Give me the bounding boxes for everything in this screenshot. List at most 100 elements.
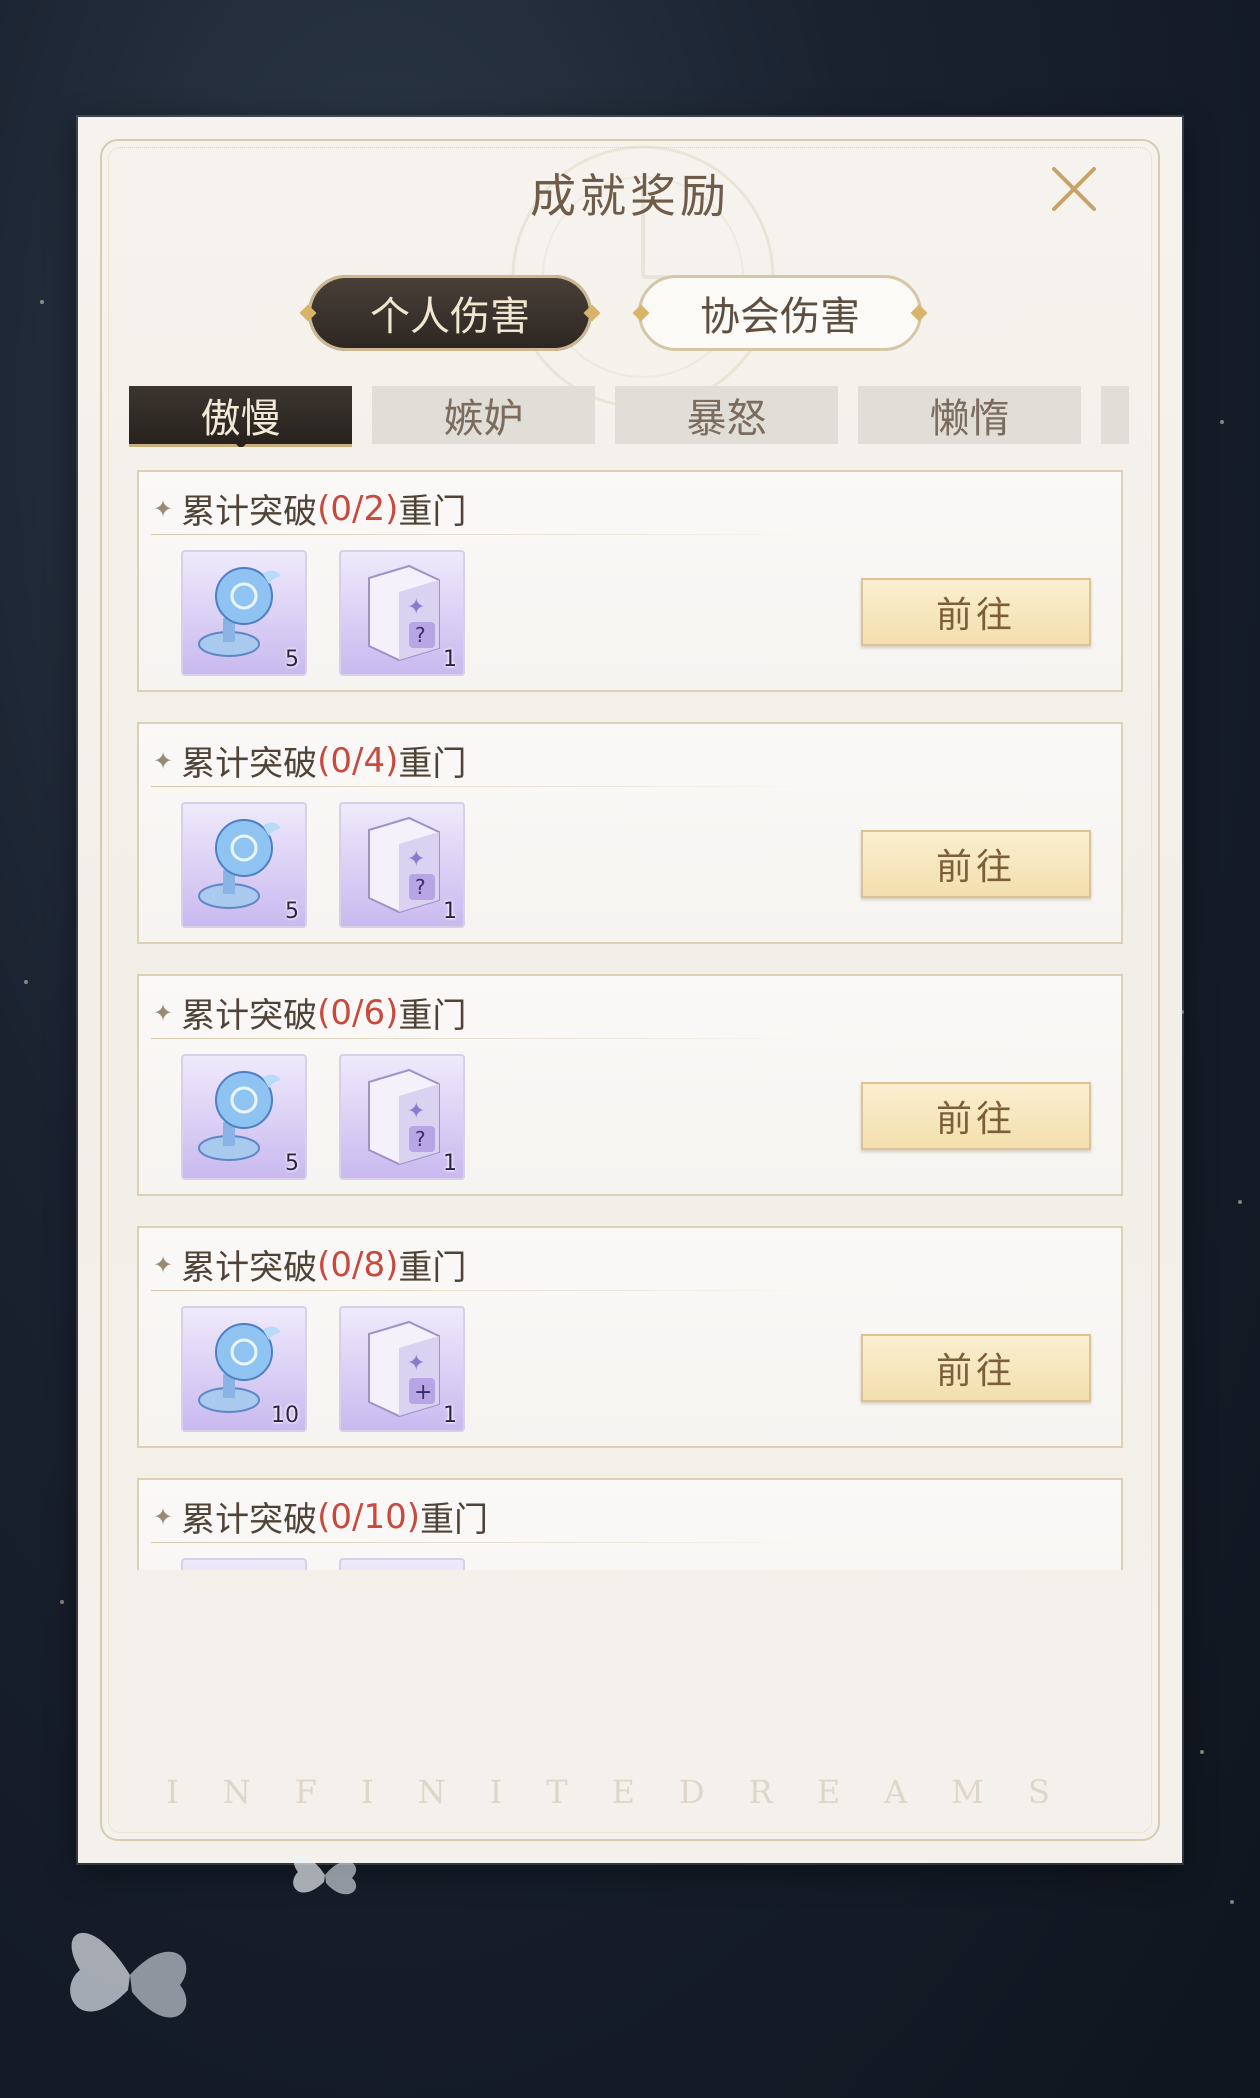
reward-qty: 10 (271, 1403, 299, 1428)
tab-personal-damage[interactable]: 个人伤害 (299, 275, 601, 351)
title-suffix: 重门 (420, 1500, 488, 1540)
reward-item[interactable]: 5 (181, 550, 307, 676)
title-suffix: 重门 (398, 1248, 467, 1288)
achievement-title: ✦ 累计突破 (0/6) 重门 (153, 988, 466, 1037)
divider (151, 1542, 821, 1543)
divider (151, 1290, 821, 1291)
reward-qty: 1 (443, 899, 457, 924)
svg-text:?: ? (415, 875, 426, 899)
reward-item[interactable]: ✦ + 1 (339, 1306, 465, 1432)
svg-text:✦: ✦ (407, 595, 425, 620)
svg-text:?: ? (415, 1127, 426, 1151)
reward-list: 5 ✦ ? 1 (181, 1054, 465, 1180)
reward-item[interactable]: ✦ ? 1 (339, 802, 465, 928)
reward-list: 5 ✦ ? 1 (181, 550, 465, 676)
crystal-trophy-icon (198, 567, 281, 657)
progress-text: (0/6) (317, 992, 399, 1033)
reward-qty: 1 (443, 1151, 457, 1176)
achievement-card: ✦ 累计突破 (0/8) 重门 10 ✦ + 1 前往 (137, 1226, 1123, 1448)
achievement-reward-dialog: 成就奖励 个人伤害 协会伤害 傲慢 嫉妒 暴怒 懒惰 ✦ 累计突破 (0/2) (78, 117, 1182, 1863)
mystery-box-icon: ✦ ? (368, 564, 440, 662)
watermark-text: INFINITEDREAMS (166, 1773, 1094, 1811)
sparkle-icon: ✦ (153, 998, 174, 1027)
title-prefix: 累计突破 (181, 1248, 318, 1288)
progress-text: (0/10) (317, 1496, 420, 1537)
mystery-box-icon: ✦ ? (368, 1068, 440, 1166)
reward-item[interactable]: 5 (181, 1054, 307, 1180)
reward-qty: 5 (285, 647, 299, 672)
title-suffix: 重门 (398, 492, 467, 532)
plus-box-icon: ✦ + (368, 1320, 440, 1418)
progress-text: (0/2) (317, 488, 399, 529)
reward-item[interactable]: 10 (181, 1558, 307, 1570)
svg-text:✦: ✦ (407, 1351, 425, 1376)
reward-item[interactable]: ✦ + 1 (339, 1558, 465, 1570)
achievement-title: ✦ 累计突破 (0/10) 重门 (153, 1492, 488, 1541)
divider (151, 534, 821, 535)
title-prefix: 累计突破 (181, 492, 318, 532)
divider (151, 786, 821, 787)
tab-label: 协会伤害 (700, 294, 860, 340)
crystal-trophy-icon (198, 819, 281, 909)
reward-item[interactable]: ✦ ? 1 (339, 550, 465, 676)
gem-right-icon (910, 304, 928, 322)
title-suffix: 重门 (398, 996, 467, 1036)
subtab-next-partial[interactable] (1101, 386, 1129, 444)
tab-guild-damage[interactable]: 协会伤害 (632, 275, 928, 351)
reward-list: 5 ✦ ? 1 (181, 802, 465, 928)
reward-list: 10 ✦ + 1 (181, 1558, 465, 1570)
progress-text: (0/8) (317, 1244, 399, 1285)
gem-left-icon (299, 304, 317, 322)
sparkle-icon: ✦ (153, 494, 174, 523)
subtab-wrath[interactable]: 暴怒 (615, 386, 838, 444)
achievement-card: ✦ 累计突破 (0/10) 重门 10 (137, 1478, 1123, 1570)
title-prefix: 累计突破 (181, 996, 318, 1036)
subtab-pride[interactable]: 傲慢 (129, 386, 352, 447)
main-tab-bar: 个人伤害 协会伤害 (299, 275, 928, 351)
title-prefix: 累计突破 (181, 1500, 318, 1540)
go-button[interactable]: 前往 (861, 830, 1091, 898)
sparkle-icon: ✦ (153, 746, 174, 775)
close-icon[interactable] (1044, 159, 1104, 219)
sparkle-icon: ✦ (153, 1502, 174, 1531)
reward-item[interactable]: 5 (181, 802, 307, 928)
tab-label: 个人伤害 (370, 294, 530, 340)
achievement-title: ✦ 累计突破 (0/2) 重门 (153, 484, 466, 533)
progress-text: (0/4) (317, 740, 399, 781)
plus-box-icon: ✦ + (347, 1564, 457, 1570)
crystal-trophy-icon (198, 1071, 281, 1161)
go-button[interactable]: 前往 (861, 1334, 1091, 1402)
achievement-card: ✦ 累计突破 (0/6) 重门 5 ✦ ? 1 前往 (137, 974, 1123, 1196)
butterfly-icon (70, 1932, 187, 2018)
reward-list: 10 ✦ + 1 (181, 1306, 465, 1432)
reward-item[interactable]: ✦ ? 1 (339, 1054, 465, 1180)
sub-tab-bar: 傲慢 嫉妒 暴怒 懒惰 (129, 386, 1139, 447)
butterfly-icon (293, 1855, 357, 1895)
svg-text:?: ? (415, 623, 426, 647)
achievement-card: ✦ 累计突破 (0/4) 重门 5 ✦ ? 1 前往 (137, 722, 1123, 944)
svg-text:✦: ✦ (407, 847, 425, 872)
reward-qty: 1 (443, 647, 457, 672)
mystery-box-icon: ✦ ? (368, 816, 440, 914)
title-prefix: 累计突破 (181, 744, 318, 784)
reward-item[interactable]: 10 (181, 1306, 307, 1432)
reward-qty: 1 (443, 1403, 457, 1428)
dialog-title: 成就奖励 (530, 169, 730, 223)
go-button[interactable]: 前往 (861, 1082, 1091, 1150)
gem-right-icon (583, 304, 601, 322)
achievement-title: ✦ 累计突破 (0/4) 重门 (153, 736, 466, 785)
go-button[interactable]: 前往 (861, 578, 1091, 646)
svg-text:+: + (414, 1380, 432, 1405)
achievement-card: ✦ 累计突破 (0/2) 重门 5 ✦ ? 1 前往 (137, 470, 1123, 692)
reward-qty: 5 (285, 1151, 299, 1176)
sparkle-icon: ✦ (153, 1250, 174, 1279)
divider (151, 1038, 821, 1039)
gem-left-icon (632, 304, 650, 322)
achievement-title: ✦ 累计突破 (0/8) 重门 (153, 1240, 466, 1289)
title-suffix: 重门 (398, 744, 467, 784)
svg-text:✦: ✦ (407, 1099, 425, 1124)
subtab-sloth[interactable]: 懒惰 (858, 386, 1081, 444)
subtab-envy[interactable]: 嫉妒 (372, 386, 595, 444)
achievement-list[interactable]: ✦ 累计突破 (0/2) 重门 5 ✦ ? 1 前往 ✦ 累计突破 (0/4) … (137, 470, 1123, 1570)
crystal-trophy-icon (189, 1564, 299, 1570)
